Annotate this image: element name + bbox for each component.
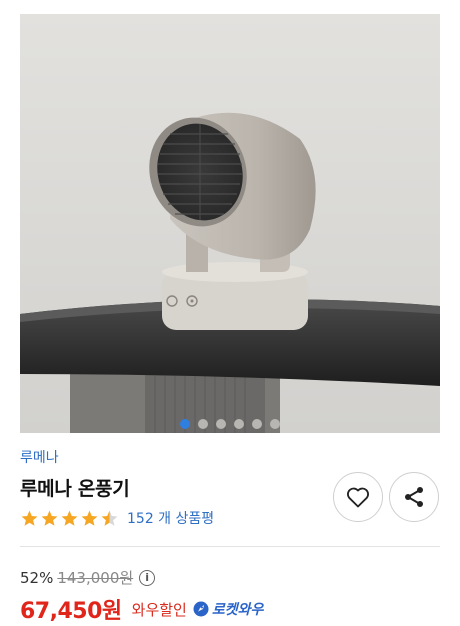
- review-count-link[interactable]: 152 개 상품평: [127, 508, 214, 528]
- product-image[interactable]: [20, 14, 440, 433]
- divider: [20, 546, 440, 547]
- discount-rate: 52%: [20, 568, 54, 587]
- original-price: 143,000원: [57, 569, 134, 587]
- share-icon: [405, 487, 423, 507]
- wow-discount-label: 와우할인: [131, 600, 187, 619]
- carousel-dots: [20, 419, 440, 429]
- heart-icon: [347, 487, 369, 508]
- carousel-dot[interactable]: [198, 419, 208, 429]
- rating-row[interactable]: 152 개 상품평: [20, 508, 214, 528]
- star-full-icon: [21, 510, 38, 526]
- rocket-icon: [193, 601, 209, 617]
- heater-photo: [20, 14, 440, 433]
- sale-price: 67,450원: [20, 599, 122, 624]
- wishlist-button[interactable]: [333, 472, 383, 522]
- star-full-icon: [41, 510, 58, 526]
- carousel-dot[interactable]: [234, 419, 244, 429]
- rocket-wow-badge: 로켓와우: [193, 599, 264, 619]
- share-button[interactable]: [389, 472, 439, 522]
- price-row: 67,450원 와우할인 로켓와우: [20, 593, 263, 625]
- star-half-icon: [101, 510, 118, 526]
- carousel-dot[interactable]: [252, 419, 262, 429]
- star-full-icon: [61, 510, 78, 526]
- rocket-badge-label: 로켓와우: [211, 602, 264, 618]
- info-icon[interactable]: i: [139, 569, 156, 586]
- product-title: 루메나 온풍기: [20, 478, 130, 500]
- discount-row: 52% 143,000원 i: [20, 567, 156, 588]
- carousel-dot[interactable]: [216, 419, 226, 429]
- carousel-dot[interactable]: [270, 419, 280, 429]
- star-full-icon: [81, 510, 98, 526]
- carousel-dot[interactable]: [180, 419, 190, 429]
- star-rating: [20, 509, 119, 528]
- brand-link[interactable]: 루메나: [20, 447, 59, 467]
